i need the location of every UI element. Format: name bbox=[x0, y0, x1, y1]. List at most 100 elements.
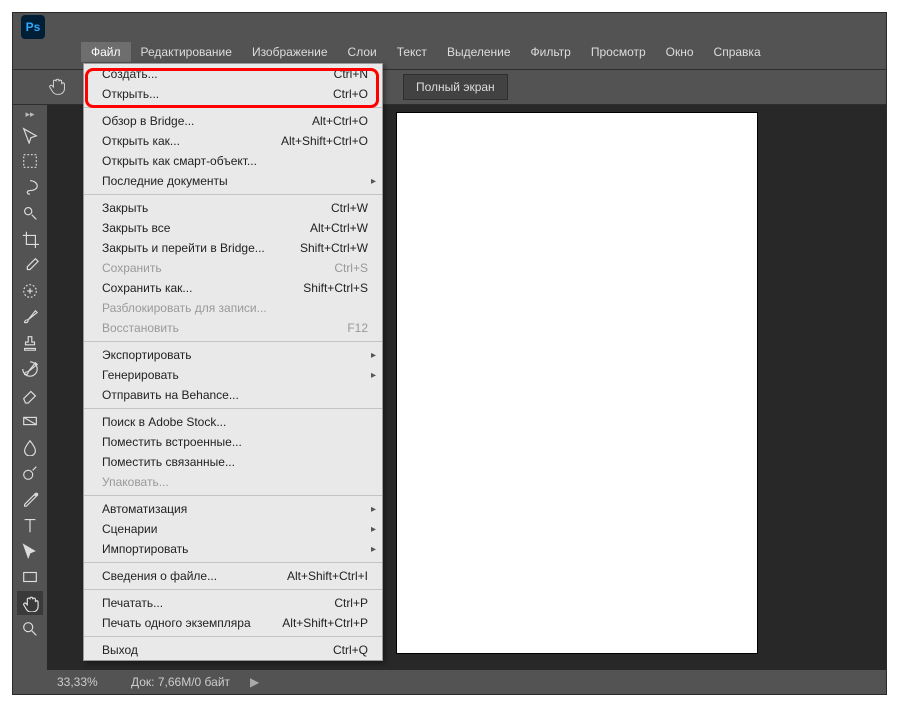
menu-item-label: Сохранить bbox=[102, 261, 162, 275]
ps-label: Ps bbox=[26, 20, 41, 34]
rectangle-tool[interactable] bbox=[17, 565, 43, 589]
menu-item[interactable]: Печать одного экземпляраAlt+Shift+Ctrl+P bbox=[84, 613, 382, 633]
menu-item-label: Закрыть bbox=[102, 201, 148, 215]
quick-select-tool[interactable] bbox=[17, 201, 43, 225]
lasso-tool[interactable] bbox=[17, 175, 43, 199]
menu-item[interactable]: Последние документы bbox=[84, 171, 382, 191]
menu-item-label: Сохранить как... bbox=[102, 281, 192, 295]
menu-item-label: Закрыть и перейти в Bridge... bbox=[102, 241, 265, 255]
menu-separator bbox=[84, 636, 382, 637]
type-tool[interactable] bbox=[17, 513, 43, 537]
menu-item-label: Создать... bbox=[102, 67, 158, 81]
crop-tool[interactable] bbox=[17, 227, 43, 251]
menu-справка[interactable]: Справка bbox=[704, 42, 771, 62]
dodge-tool[interactable] bbox=[17, 461, 43, 485]
menu-item[interactable]: Поиск в Adobe Stock... bbox=[84, 412, 382, 432]
collapse-icon[interactable]: ▸▸ bbox=[25, 109, 34, 120]
menu-item-label: Упаковать... bbox=[102, 475, 169, 489]
menu-item[interactable]: Сценарии bbox=[84, 519, 382, 539]
menu-item[interactable]: Печатать... Ctrl+P bbox=[84, 593, 382, 613]
menu-item-label: Разблокировать для записи... bbox=[102, 301, 267, 315]
menu-item[interactable]: Открыть как смарт-объект... bbox=[84, 151, 382, 171]
pen-tool[interactable] bbox=[17, 487, 43, 511]
menu-item[interactable]: Генерировать bbox=[84, 365, 382, 385]
menu-item-shortcut: Shift+Ctrl+S bbox=[303, 281, 368, 295]
menu-item: ВосстановитьF12 bbox=[84, 318, 382, 338]
menu-просмотр[interactable]: Просмотр bbox=[581, 42, 656, 62]
menu-item-shortcut: Ctrl+W bbox=[331, 201, 368, 215]
gradient-tool[interactable] bbox=[17, 409, 43, 433]
document-canvas[interactable] bbox=[397, 113, 757, 653]
menu-изображение[interactable]: Изображение bbox=[242, 42, 338, 62]
move-tool[interactable] bbox=[17, 123, 43, 147]
menu-item[interactable]: Обзор в Bridge...Alt+Ctrl+O bbox=[84, 111, 382, 131]
menu-item-shortcut: F12 bbox=[347, 321, 368, 335]
zoom-level[interactable]: 33,33% bbox=[57, 675, 119, 689]
path-select-tool[interactable] bbox=[17, 539, 43, 563]
menu-item-label: Обзор в Bridge... bbox=[102, 114, 194, 128]
hand-tool-icon bbox=[47, 76, 69, 98]
menu-item-shortcut: Ctrl+S bbox=[334, 261, 368, 275]
menu-item-label: Открыть как... bbox=[102, 134, 180, 148]
menu-выделение[interactable]: Выделение bbox=[437, 42, 521, 62]
menu-item[interactable]: Закрыть все Alt+Ctrl+W bbox=[84, 218, 382, 238]
menu-item-label: Печатать... bbox=[102, 596, 163, 610]
doc-size: Док: 7,66M/0 байт bbox=[131, 675, 230, 689]
menu-item-label: Отправить на Behance... bbox=[102, 388, 239, 402]
menu-фильтр[interactable]: Фильтр bbox=[521, 42, 581, 62]
menu-item[interactable]: Поместить связанные... bbox=[84, 452, 382, 472]
menu-item[interactable]: Открыть...Ctrl+O bbox=[84, 84, 382, 104]
menu-item[interactable]: Сведения о файле...Alt+Shift+Ctrl+I bbox=[84, 566, 382, 586]
photoshop-logo-icon: Ps bbox=[21, 15, 45, 39]
menu-item[interactable]: ВыходCtrl+Q bbox=[84, 640, 382, 660]
menu-item-shortcut: Alt+Ctrl+W bbox=[310, 221, 368, 235]
eyedropper-tool[interactable] bbox=[17, 253, 43, 277]
menu-слои[interactable]: Слои bbox=[338, 42, 387, 62]
menu-item-label: Экспортировать bbox=[102, 348, 192, 362]
menu-separator bbox=[84, 562, 382, 563]
blur-tool[interactable] bbox=[17, 435, 43, 459]
menu-item-shortcut: Shift+Ctrl+W bbox=[300, 241, 368, 255]
menu-item[interactable]: Сохранить как... Shift+Ctrl+S bbox=[84, 278, 382, 298]
menu-окно[interactable]: Окно bbox=[656, 42, 704, 62]
menu-item-shortcut: Alt+Shift+Ctrl+P bbox=[282, 616, 368, 630]
healing-tool[interactable] bbox=[17, 279, 43, 303]
fullscreen-button[interactable]: Полный экран bbox=[403, 74, 508, 100]
menu-item-label: Открыть как смарт-объект... bbox=[102, 154, 257, 168]
menu-item-label: Генерировать bbox=[102, 368, 179, 382]
menu-item[interactable]: Закрыть Ctrl+W bbox=[84, 198, 382, 218]
menu-item-label: Поместить связанные... bbox=[102, 455, 235, 469]
menu-item-label: Закрыть все bbox=[102, 221, 170, 235]
zoom-tool[interactable] bbox=[17, 617, 43, 641]
menu-item-label: Выход bbox=[102, 643, 138, 657]
menu-item[interactable]: Закрыть и перейти в Bridge... Shift+Ctrl+… bbox=[84, 238, 382, 258]
menu-item-shortcut: Alt+Shift+Ctrl+I bbox=[287, 569, 368, 583]
eraser-tool[interactable] bbox=[17, 383, 43, 407]
brush-tool[interactable] bbox=[17, 305, 43, 329]
tools-panel: ▸▸ bbox=[13, 105, 47, 670]
menu-separator bbox=[84, 194, 382, 195]
menu-текст[interactable]: Текст bbox=[387, 42, 437, 62]
menu-bar: ФайлРедактированиеИзображениеСлоиТекстВы… bbox=[13, 41, 886, 63]
history-brush-tool[interactable] bbox=[17, 357, 43, 381]
menu-item-shortcut: Alt+Shift+Ctrl+O bbox=[281, 134, 368, 148]
menu-item[interactable]: Импортировать bbox=[84, 539, 382, 559]
file-menu-dropdown: Создать... Ctrl+N Открыть...Ctrl+O Обзор в … bbox=[83, 63, 383, 661]
menu-item[interactable]: Отправить на Behance... bbox=[84, 385, 382, 405]
menu-item-shortcut: Ctrl+N bbox=[334, 67, 368, 81]
hand-tool[interactable] bbox=[17, 591, 43, 615]
menu-редактирование[interactable]: Редактирование bbox=[131, 42, 242, 62]
menu-файл[interactable]: Файл bbox=[81, 42, 131, 62]
marquee-tool[interactable] bbox=[17, 149, 43, 173]
menu-item-shortcut: Ctrl+P bbox=[334, 596, 368, 610]
status-chevron-icon[interactable]: ▶ bbox=[250, 675, 259, 689]
menu-item[interactable]: Экспортировать bbox=[84, 345, 382, 365]
menu-item: Упаковать... bbox=[84, 472, 382, 492]
menu-item[interactable]: Автоматизация bbox=[84, 499, 382, 519]
menu-item[interactable]: Создать... Ctrl+N bbox=[84, 64, 382, 84]
menu-item-label: Импортировать bbox=[102, 542, 188, 556]
app-window: Ps ФайлРедактированиеИзображениеСлоиТекс… bbox=[12, 12, 887, 695]
menu-item[interactable]: Поместить встроенные... bbox=[84, 432, 382, 452]
stamp-tool[interactable] bbox=[17, 331, 43, 355]
menu-item[interactable]: Открыть как... Alt+Shift+Ctrl+O bbox=[84, 131, 382, 151]
